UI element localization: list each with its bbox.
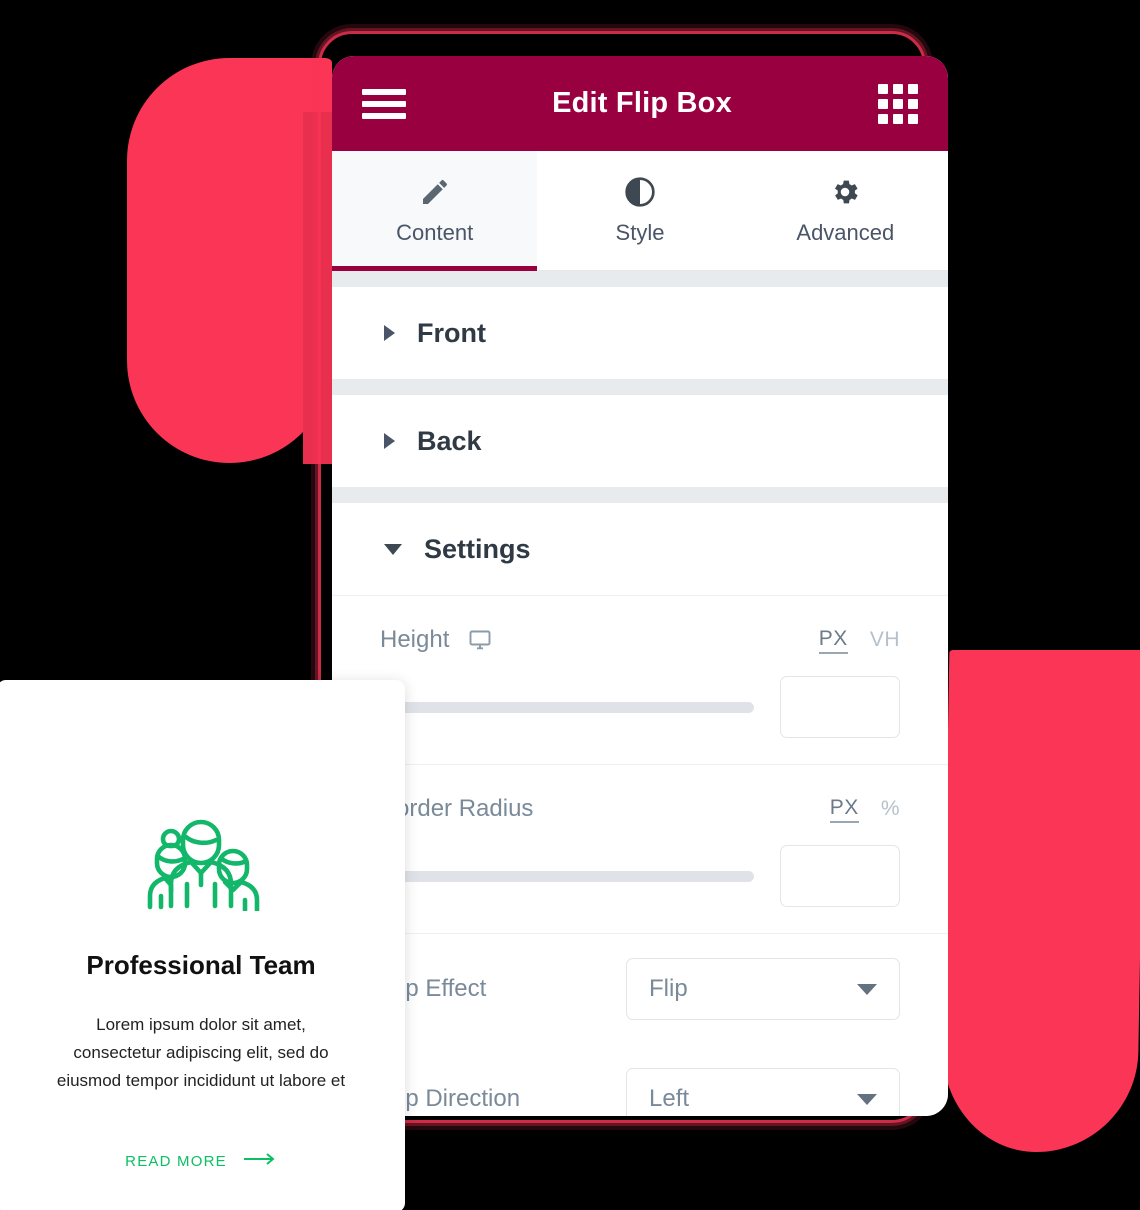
- control-flip-direction: Flip Direction Left: [332, 1044, 948, 1116]
- height-slider[interactable]: [380, 701, 754, 713]
- section-header-settings[interactable]: Settings: [332, 503, 948, 595]
- tab-style[interactable]: Style: [537, 151, 743, 270]
- section-title: Back: [417, 425, 482, 456]
- section-header-front[interactable]: Front: [332, 287, 948, 379]
- gear-icon: [829, 175, 861, 209]
- card-body-text: Lorem ipsum dolor sit amet, consectetur …: [56, 1015, 346, 1091]
- section-divider: [332, 379, 948, 395]
- control-border-radius: Border Radius PX %: [332, 764, 948, 933]
- unit-px[interactable]: PX: [829, 796, 859, 823]
- phone-mockup: Edit Flip Box Content Style Advanced Fro…: [332, 56, 948, 1116]
- contrast-circle-icon: [624, 175, 656, 209]
- decorative-blob-left: [127, 58, 332, 463]
- control-height-header: Height PX VH: [380, 626, 900, 654]
- tab-label: Advanced: [796, 220, 895, 245]
- unit-vh[interactable]: VH: [870, 628, 900, 652]
- section-title: Front: [417, 317, 486, 348]
- border-radius-number-input[interactable]: [780, 845, 900, 907]
- control-height-slider-row: [380, 676, 900, 738]
- page-title: Edit Flip Box: [552, 87, 732, 119]
- tab-label: Style: [615, 220, 665, 245]
- section-divider: [332, 487, 948, 503]
- flip-effect-select[interactable]: Flip: [626, 958, 900, 1020]
- flip-box-preview-card[interactable]: Professional Team Lorem ipsum dolor sit …: [0, 680, 405, 1210]
- control-border-radius-slider-row: [380, 845, 900, 907]
- hamburger-menu-icon[interactable]: [362, 88, 406, 119]
- unit-switcher-border-radius: PX %: [829, 796, 900, 823]
- chevron-down-icon: [857, 1093, 877, 1105]
- read-more-label: READ MORE: [125, 1153, 227, 1171]
- chevron-right-icon: [384, 433, 395, 449]
- chevron-down-icon: [857, 983, 877, 995]
- decorative-blob-right: [940, 650, 1140, 1152]
- border-radius-slider[interactable]: [380, 870, 754, 882]
- flip-effect-value: Flip: [649, 975, 688, 1002]
- read-more-link[interactable]: READ MORE: [125, 1152, 277, 1171]
- control-flip-effect: Flip Effect Flip: [332, 933, 948, 1044]
- section-header-back[interactable]: Back: [332, 395, 948, 487]
- three-people-team-icon: [125, 815, 277, 916]
- chevron-down-icon: [384, 543, 402, 555]
- pencil-icon: [419, 175, 451, 209]
- height-number-input[interactable]: [780, 676, 900, 738]
- chevron-right-icon: [384, 325, 395, 341]
- unit-percent[interactable]: %: [881, 797, 900, 821]
- arrow-right-icon: [243, 1152, 277, 1171]
- card-title: Professional Team: [86, 950, 316, 980]
- control-border-radius-header: Border Radius PX %: [380, 795, 900, 823]
- editor-tabs: Content Style Advanced: [332, 151, 948, 271]
- app-header-bar: Edit Flip Box: [332, 56, 948, 151]
- control-label: Height: [380, 626, 450, 653]
- unit-switcher-height: PX VH: [818, 627, 900, 654]
- screen-root: Edit Flip Box Content Style Advanced Fro…: [0, 0, 1140, 1210]
- flip-direction-select[interactable]: Left: [626, 1068, 900, 1116]
- flip-direction-value: Left: [649, 1085, 690, 1112]
- tab-label: Content: [396, 220, 474, 245]
- control-label: Flip Direction: [380, 1085, 521, 1112]
- tab-advanced[interactable]: Advanced: [742, 151, 948, 270]
- control-height: Height PX VH: [332, 595, 948, 764]
- control-label: Flip Effect: [380, 975, 487, 1002]
- desktop-monitor-icon[interactable]: [467, 628, 493, 652]
- section-divider: [332, 271, 948, 287]
- unit-px[interactable]: PX: [818, 627, 848, 654]
- tab-content[interactable]: Content: [332, 151, 538, 271]
- app-grid-icon[interactable]: [878, 83, 918, 124]
- section-title: Settings: [424, 533, 531, 564]
